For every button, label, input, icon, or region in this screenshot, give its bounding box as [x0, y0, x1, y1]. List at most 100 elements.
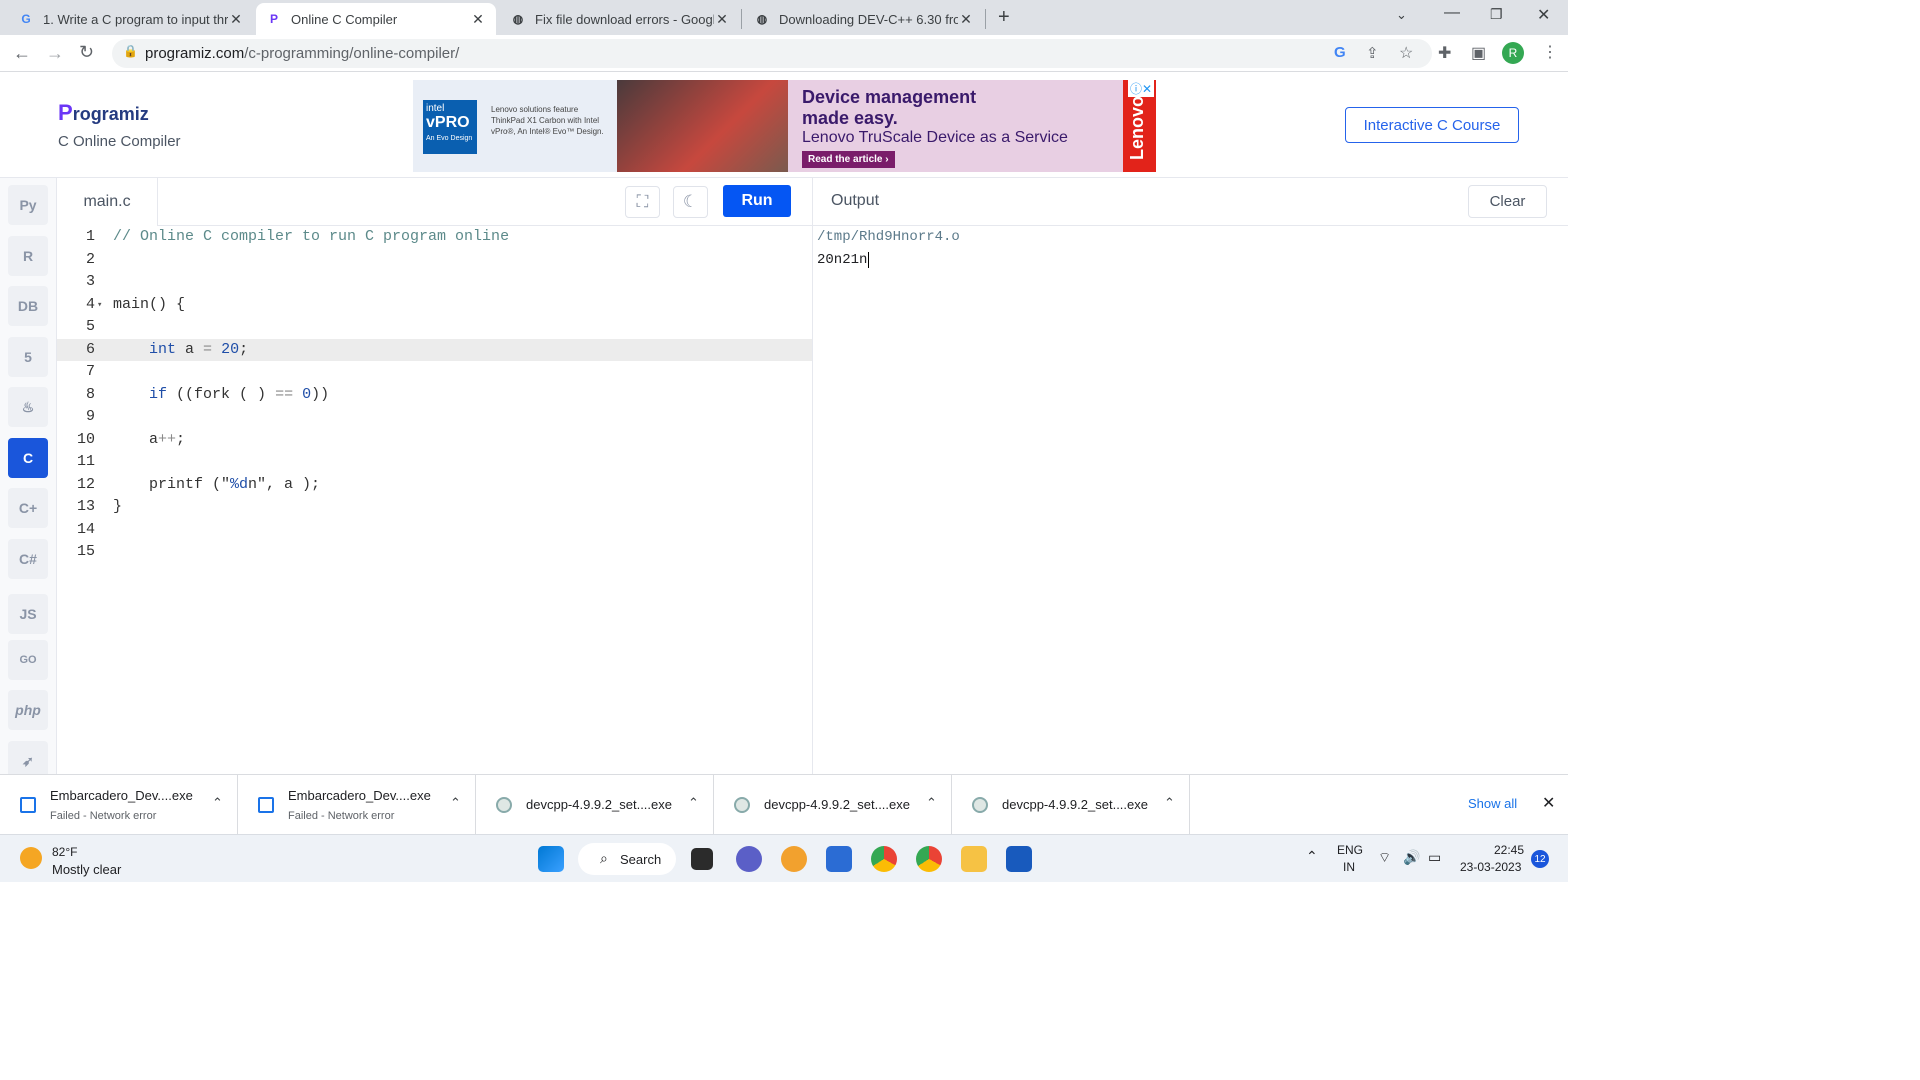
- js-icon[interactable]: JS: [8, 594, 48, 634]
- word-icon[interactable]: [1006, 846, 1032, 872]
- restore-icon[interactable]: ❐: [1490, 6, 1503, 23]
- address-bar[interactable]: 🔒 programiz.com/c-programming/online-com…: [112, 39, 1432, 68]
- file-explorer-icon[interactable]: [961, 846, 987, 872]
- chrome-profile-icon[interactable]: [916, 846, 942, 872]
- taskbar-search[interactable]: ⌕ Search: [578, 843, 676, 875]
- line-number: 5: [85, 318, 95, 335]
- code-line[interactable]: 10 a++;: [57, 429, 812, 452]
- code-line[interactable]: 12 printf ("%dn", a );: [57, 474, 812, 497]
- battery-icon[interactable]: ▭: [1428, 849, 1441, 866]
- close-icon[interactable]: ✕: [470, 11, 486, 28]
- code-line[interactable]: 11: [57, 451, 812, 474]
- show-all-link[interactable]: Show all: [1468, 796, 1517, 811]
- chevron-up-icon[interactable]: ⌃: [1306, 848, 1318, 865]
- chevron-up-icon[interactable]: ⌃: [688, 795, 699, 811]
- run-button[interactable]: Run: [723, 185, 791, 217]
- wifi-icon[interactable]: ⌔: [1378, 849, 1391, 867]
- chevron-up-icon[interactable]: ⌃: [450, 795, 461, 811]
- code-line[interactable]: 5: [57, 316, 812, 339]
- close-icon[interactable]: ✕: [1542, 793, 1555, 813]
- teams-chat-icon[interactable]: [736, 846, 762, 872]
- download-item[interactable]: devcpp-4.9.9.2_set....exe ⌃: [714, 775, 952, 835]
- advertisement-banner[interactable]: intel vPRO An Evo Design Lenovo solutions …: [413, 80, 1156, 172]
- chevron-up-icon[interactable]: ⌃: [212, 795, 223, 811]
- code-line[interactable]: 14: [57, 519, 812, 542]
- forward-icon[interactable]: →: [46, 43, 64, 64]
- code-line[interactable]: 7: [57, 361, 812, 384]
- chevron-up-icon[interactable]: ⌃: [926, 795, 937, 811]
- download-filename: Embarcadero_Dev....exe: [288, 788, 431, 803]
- code-editor[interactable]: 1 // Online C compiler to run C program o…: [57, 226, 812, 774]
- code-line[interactable]: 8 if ((fork ( ) == 0)): [57, 384, 812, 407]
- output-title: Output: [831, 192, 880, 209]
- tab-3[interactable]: ◍ Fix file download errors - Google ✕: [500, 3, 740, 35]
- ad-cta-button[interactable]: Read the article ›: [802, 151, 895, 168]
- java-icon[interactable]: ♨: [8, 387, 48, 427]
- download-item[interactable]: Embarcadero_Dev....exe Failed - Network …: [238, 775, 476, 835]
- setup-icon: [734, 797, 750, 813]
- code-line[interactable]: 15: [57, 541, 812, 564]
- close-window-icon[interactable]: ✕: [1537, 5, 1550, 25]
- download-item[interactable]: devcpp-4.9.9.2_set....exe ⌃: [952, 775, 1190, 835]
- microsoft-store-icon[interactable]: [826, 846, 852, 872]
- chevron-up-icon[interactable]: ⌃: [1164, 795, 1175, 811]
- output-panel[interactable]: /tmp/Rhd9Hnorr4.o 20n21n: [813, 226, 1568, 774]
- sql-icon[interactable]: DB: [8, 286, 48, 326]
- side-panel-icon[interactable]: ▣: [1471, 43, 1486, 63]
- task-view-icon[interactable]: [691, 848, 713, 870]
- r-icon[interactable]: R: [8, 236, 48, 276]
- python-icon[interactable]: Py: [8, 185, 48, 225]
- menu-icon[interactable]: ⋮: [1542, 42, 1558, 62]
- csharp-icon[interactable]: C#: [8, 539, 48, 579]
- html5-icon[interactable]: 5: [8, 337, 48, 377]
- fullscreen-icon[interactable]: ⛶: [625, 186, 660, 218]
- vpn-icon[interactable]: [781, 846, 807, 872]
- php-icon[interactable]: php: [8, 690, 48, 730]
- file-tab-main-c[interactable]: main.c: [57, 178, 158, 226]
- back-icon[interactable]: ←: [13, 43, 31, 64]
- minimize-icon[interactable]: —: [1444, 4, 1460, 22]
- ad-close-icon[interactable]: ⓘ✕: [1127, 80, 1154, 97]
- notification-badge[interactable]: 12: [1531, 850, 1549, 868]
- cpp-icon[interactable]: C+: [8, 488, 48, 528]
- tab-search-icon[interactable]: ⌄: [1396, 7, 1407, 23]
- volume-icon[interactable]: 🔊: [1403, 849, 1420, 866]
- fold-toggle-icon[interactable]: ▾: [97, 294, 102, 317]
- windows-start-icon[interactable]: [538, 846, 564, 872]
- reload-icon[interactable]: ↻: [79, 42, 94, 63]
- google-icon: G: [21, 12, 31, 26]
- code-line[interactable]: 6 int a = 20;: [57, 338, 812, 361]
- clear-button[interactable]: Clear: [1468, 185, 1547, 218]
- clock-time[interactable]: 22:45: [1494, 843, 1524, 857]
- downloads-bar: Embarcadero_Dev....exe Failed - Network …: [0, 774, 1568, 835]
- share-icon[interactable]: ⇪: [1366, 44, 1379, 62]
- code-line[interactable]: 2: [57, 249, 812, 272]
- profile-avatar[interactable]: R: [1502, 42, 1524, 64]
- code-line[interactable]: 3: [57, 271, 812, 294]
- tab-4[interactable]: ◍ Downloading DEV-C++ 6.30 from ✕: [744, 3, 984, 35]
- extensions-icon[interactable]: ✚: [1438, 43, 1451, 63]
- code-line[interactable]: 9: [57, 406, 812, 429]
- code-line[interactable]: 4 ▾ main() {: [57, 294, 812, 317]
- google-translate-icon[interactable]: G: [1334, 44, 1346, 61]
- dark-mode-icon[interactable]: ☾: [673, 186, 708, 218]
- tab-2[interactable]: P Online C Compiler ✕: [256, 3, 496, 35]
- chrome-icon[interactable]: [871, 846, 897, 872]
- go-icon[interactable]: GO: [8, 640, 48, 680]
- programiz-logo[interactable]: Programiz: [58, 100, 149, 126]
- setup-icon: [972, 797, 988, 813]
- close-icon[interactable]: ✕: [228, 11, 244, 28]
- bookmark-star-icon[interactable]: ☆: [1399, 43, 1413, 63]
- c-icon[interactable]: C: [8, 438, 48, 478]
- download-item[interactable]: devcpp-4.9.9.2_set....exe ⌃: [476, 775, 714, 835]
- close-icon[interactable]: ✕: [714, 11, 730, 28]
- download-item[interactable]: Embarcadero_Dev....exe Failed - Network …: [0, 775, 238, 835]
- code-text: a++;: [113, 430, 186, 448]
- tab-1[interactable]: G 1. Write a C program to input thr ✕: [8, 3, 254, 35]
- code-line[interactable]: 13}: [57, 496, 812, 519]
- close-icon[interactable]: ✕: [958, 11, 974, 28]
- new-tab-icon[interactable]: +: [998, 6, 1010, 29]
- interactive-c-course-button[interactable]: Interactive C Course: [1345, 107, 1519, 143]
- code-line[interactable]: 1 // Online C compiler to run C program o…: [57, 226, 812, 249]
- language-indicator[interactable]: ENG: [1337, 843, 1363, 857]
